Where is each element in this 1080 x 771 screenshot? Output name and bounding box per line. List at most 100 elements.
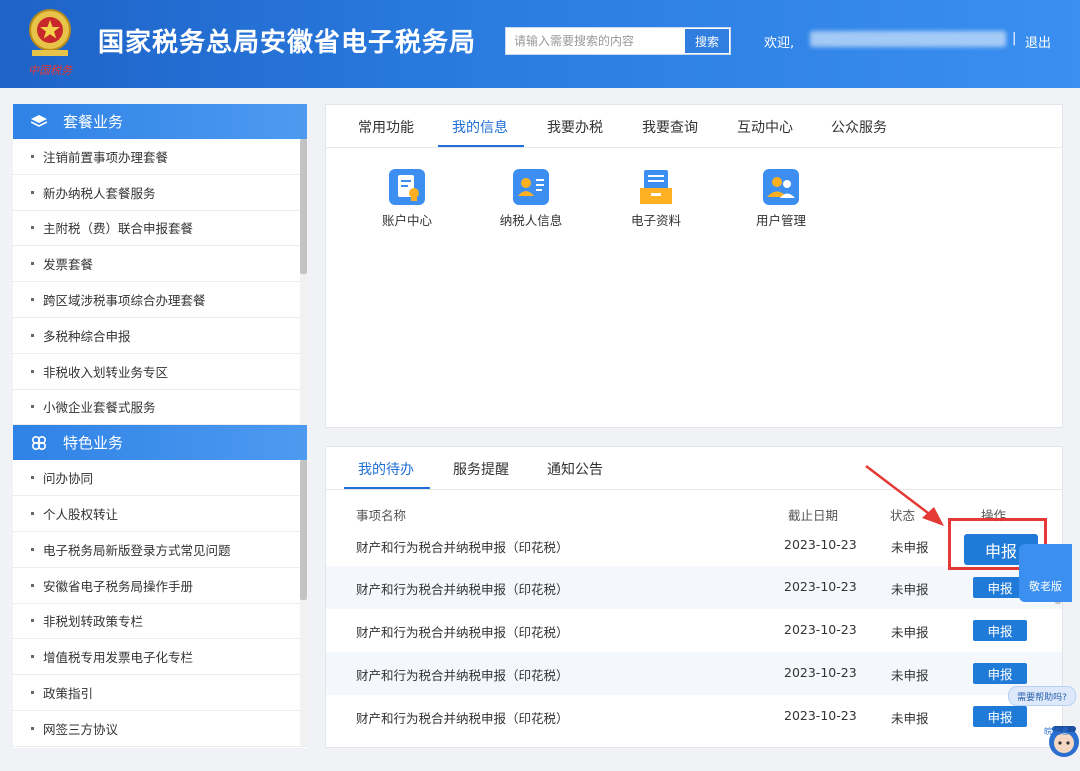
tab-my-info[interactable]: 我的信息 xyxy=(452,117,508,137)
user-management-button[interactable]: 用户管理 xyxy=(736,168,826,229)
logout-link[interactable]: 退出 xyxy=(1025,32,1051,51)
bullet-icon xyxy=(31,619,34,623)
deadline: 2023-10-23 xyxy=(784,537,857,552)
sidebar-item[interactable]: 新办纳税人套餐服务 xyxy=(13,175,307,211)
todo-panel: 我的待办 服务提醒 通知公告 事项名称 截止日期 状态 操作 财产和行为税合并纳… xyxy=(325,446,1063,748)
sidebar: 套餐业务 注销前置事项办理套餐 新办纳税人套餐服务 主附税（费）联合申报套餐 发… xyxy=(13,104,307,748)
sidebar-item-label: 非税收入划转业务专区 xyxy=(43,364,169,380)
search-box: 搜索 xyxy=(505,27,731,55)
declare-button[interactable]: 申报 xyxy=(973,663,1027,684)
sidebar-section-featured[interactable]: 特色业务 xyxy=(13,425,307,461)
sidebar-scrollbar[interactable] xyxy=(300,139,307,425)
sidebar-scroll-thumb[interactable] xyxy=(300,139,307,274)
tab-query[interactable]: 我要查询 xyxy=(642,117,698,137)
elder-mode-button[interactable]: 敬老版 xyxy=(1019,544,1072,602)
bullet-icon xyxy=(31,583,34,587)
sidebar-item-label: 问办协同 xyxy=(43,471,94,487)
sidebar-item-label: 发票套餐 xyxy=(43,257,94,273)
item-name: 财产和行为税合并纳税申报（印花税） xyxy=(356,625,569,640)
tab-tax-handling[interactable]: 我要办税 xyxy=(547,117,603,137)
deadline: 2023-10-23 xyxy=(784,665,857,680)
sidebar-section-title: 套餐业务 xyxy=(63,113,124,131)
bullet-icon xyxy=(31,226,34,230)
status: 未申报 xyxy=(891,625,929,640)
deadline: 2023-10-23 xyxy=(784,579,857,594)
taxpayer-info-button[interactable]: 纳税人信息 xyxy=(486,168,576,229)
account-center-button[interactable]: 账户中心 xyxy=(362,168,452,229)
sidebar-item-label: 政策指引 xyxy=(43,686,94,702)
elder-mode-label: 敬老版 xyxy=(1029,580,1062,593)
todo-tabs: 我的待办 服务提醒 通知公告 xyxy=(326,447,1062,490)
sidebar-item-label: 新办纳税人套餐服务 xyxy=(43,185,156,201)
sidebar-item[interactable]: 跨区域涉税事项综合办理套餐 xyxy=(13,282,307,318)
bullet-icon xyxy=(31,298,34,302)
user-management-icon xyxy=(763,169,799,205)
sidebar-item[interactable]: 非税收入划转业务专区 xyxy=(13,354,307,390)
sidebar-item[interactable]: 增值税专用发票电子化专栏 xyxy=(13,639,307,676)
bullet-icon xyxy=(31,512,34,516)
electronic-files-button[interactable]: 电子资料 xyxy=(611,168,701,229)
active-tab-indicator xyxy=(438,145,524,147)
header-separator: | xyxy=(1012,31,1017,46)
account-document-icon xyxy=(389,169,425,205)
sidebar-item[interactable]: 发票套餐 xyxy=(13,246,307,283)
status: 未申报 xyxy=(891,711,929,726)
sidebar-item-label: 注销前置事项办理套餐 xyxy=(43,149,169,165)
user-name-redacted xyxy=(810,31,1006,47)
bullet-icon xyxy=(31,154,34,158)
sidebar-item[interactable]: 主附税（费）联合申报套餐 xyxy=(13,211,307,247)
tab-notices[interactable]: 通知公告 xyxy=(547,459,603,479)
sidebar-item[interactable]: 政策指引 xyxy=(13,675,307,711)
function-label: 账户中心 xyxy=(381,213,432,228)
sidebar-item[interactable]: 个人股权转让 xyxy=(13,496,307,532)
bullet-icon xyxy=(31,190,34,194)
deadline: 2023-10-23 xyxy=(784,708,857,723)
site-header: 中国税务 国家税务总局安徽省电子税务局 搜索 欢迎, | 退出 xyxy=(0,0,1080,88)
sidebar-scrollbar[interactable] xyxy=(300,460,307,747)
status: 未申报 xyxy=(891,582,929,597)
sidebar-item-label: 电子税务局新版登录方式常见问题 xyxy=(43,542,231,558)
item-name: 财产和行为税合并纳税申报（印花税） xyxy=(356,582,569,597)
sidebar-item[interactable]: 小微企业套餐式服务 xyxy=(13,390,307,426)
sidebar-item-label: 网签三方协议 xyxy=(43,721,119,737)
tab-service-reminders[interactable]: 服务提醒 xyxy=(453,459,509,479)
bullet-icon xyxy=(31,726,34,730)
sidebar-scroll-thumb[interactable] xyxy=(300,460,307,601)
function-panel: 常用功能 我的信息 我要办税 我要查询 互动中心 公众服务 账户中心 纳税人信息 xyxy=(325,104,1063,428)
sidebar-item[interactable]: 多税种综合申报 xyxy=(13,318,307,354)
sidebar-item-label: 增值税专用发票电子化专栏 xyxy=(43,650,194,666)
tab-my-todos[interactable]: 我的待办 xyxy=(358,459,414,479)
sidebar-item[interactable]: 非税划转政策专栏 xyxy=(13,604,307,640)
sidebar-item-label: 跨区域涉税事项综合办理套餐 xyxy=(43,293,206,309)
active-tab-indicator xyxy=(344,487,430,489)
search-button[interactable]: 搜索 xyxy=(685,29,729,53)
assistant-robot-icon[interactable]: 皖税通 xyxy=(1036,712,1080,764)
layers-icon xyxy=(29,114,49,130)
tax-emblem-logo: 中国税务 xyxy=(28,9,73,77)
sidebar-section-package[interactable]: 套餐业务 xyxy=(13,104,307,139)
tab-common-functions[interactable]: 常用功能 xyxy=(358,117,414,137)
sidebar-list-featured: 问办协同 个人股权转让 电子税务局新版登录方式常见问题 安徽省电子税务局操作手册… xyxy=(13,460,307,747)
sidebar-item[interactable]: 电子税务局新版登录方式常见问题 xyxy=(13,532,307,568)
sidebar-item[interactable]: 问办协同 xyxy=(13,460,307,497)
tab-public-service[interactable]: 公众服务 xyxy=(831,117,887,137)
sidebar-item[interactable]: 安徽省电子税务局操作手册 xyxy=(13,568,307,604)
item-name: 财产和行为税合并纳税申报（印花税） xyxy=(356,711,569,726)
search-input[interactable] xyxy=(506,28,684,54)
bullet-icon xyxy=(31,333,34,337)
help-bubble[interactable]: 需要帮助吗? xyxy=(1008,686,1076,706)
bullet-icon xyxy=(31,369,34,373)
table-row: 财产和行为税合并纳税申报（印花税） 2023-10-23 未申报 申报 xyxy=(326,695,1062,738)
column-header-item-name: 事项名称 xyxy=(356,508,407,523)
declare-button[interactable]: 申报 xyxy=(973,620,1027,641)
item-name: 财产和行为税合并纳税申报（印花税） xyxy=(356,540,569,555)
bullet-icon xyxy=(31,476,34,480)
declare-button[interactable]: 申报 xyxy=(973,706,1027,727)
bullet-icon xyxy=(31,691,34,695)
tab-interaction-center[interactable]: 互动中心 xyxy=(737,117,793,137)
electronic-files-icon xyxy=(640,170,672,204)
sidebar-item[interactable]: 注销前置事项办理套餐 xyxy=(13,139,307,175)
sidebar-item[interactable]: 网签三方协议 xyxy=(13,711,307,747)
table-row: 财产和行为税合并纳税申报（印花税） 2023-10-23 未申报 申报 xyxy=(326,566,1062,609)
sidebar-section-title: 特色业务 xyxy=(63,434,124,453)
